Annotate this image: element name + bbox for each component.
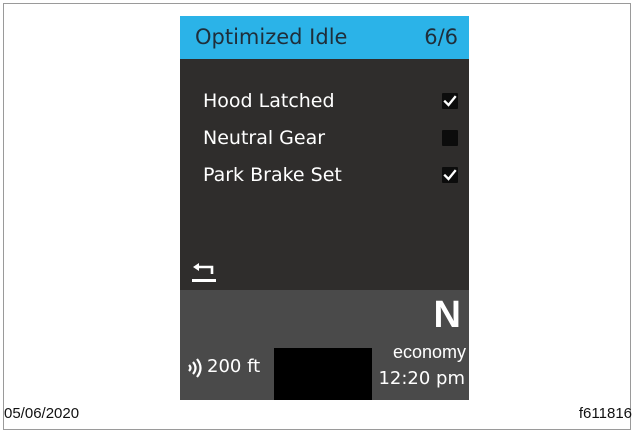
title-bar: Optimized Idle 6/6: [180, 16, 469, 59]
figure-code: f611816: [578, 405, 632, 422]
status-panel: N 200 ft economy 12:20 pm: [180, 290, 469, 400]
park-brake-checkbox[interactable]: [442, 167, 458, 183]
checkmark-icon: [443, 95, 457, 107]
blank-display-area: [274, 348, 372, 400]
drive-mode: economy: [392, 342, 466, 362]
figure-date: 05/06/2020: [4, 405, 80, 422]
checkmark-icon: [443, 169, 457, 181]
menu-item-neutral-gear[interactable]: Neutral Gear: [203, 125, 458, 162]
checklist-menu: Hood Latched Neutral Gear Park Brake Set: [203, 88, 458, 199]
menu-item-label: Hood Latched: [203, 90, 335, 112]
hood-latched-checkbox[interactable]: [442, 93, 458, 109]
distance-readout: 200 ft: [207, 356, 261, 377]
screen-title: Optimized Idle: [195, 25, 348, 49]
clock: 12:20 pm: [378, 368, 465, 389]
back-arrow-icon[interactable]: [192, 262, 218, 284]
display-screen: Optimized Idle 6/6 Hood Latched Neutral …: [180, 16, 469, 400]
menu-item-label: Neutral Gear: [203, 127, 326, 149]
page-indicator: 6/6: [424, 25, 458, 49]
menu-item-park-brake-set[interactable]: Park Brake Set: [203, 162, 458, 199]
radio-wave-icon: [186, 358, 204, 378]
menu-item-hood-latched[interactable]: Hood Latched: [203, 88, 458, 125]
neutral-gear-checkbox[interactable]: [442, 130, 458, 146]
menu-item-label: Park Brake Set: [203, 164, 342, 186]
gear-indicator: N: [433, 294, 461, 336]
